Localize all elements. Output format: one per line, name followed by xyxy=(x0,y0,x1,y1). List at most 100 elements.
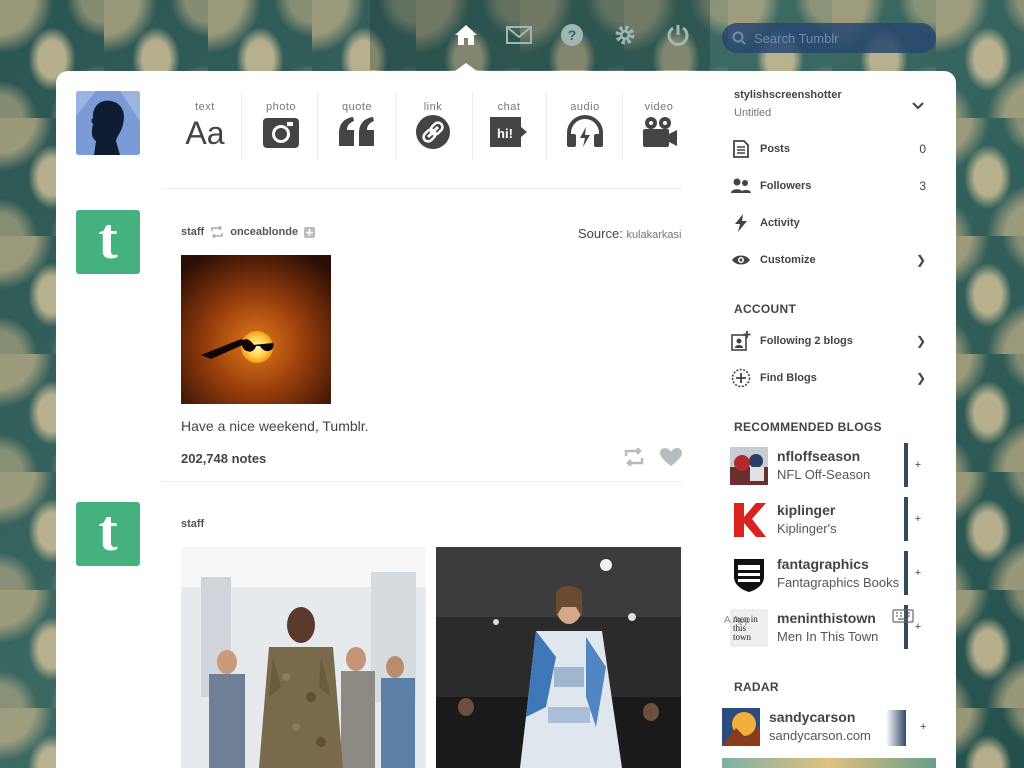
svg-text:hi!: hi! xyxy=(497,126,513,141)
recommended-blog[interactable]: nfloffseason NFL Off-Season xyxy=(730,443,908,489)
help-icon[interactable]: ? xyxy=(559,22,585,48)
post-type-photo[interactable]: photo xyxy=(246,101,316,149)
radar-section-title: RADAR xyxy=(734,680,779,694)
followers-count: 3 xyxy=(919,179,926,193)
blog-name: nfloffseason xyxy=(777,448,861,464)
post-photo-sunset[interactable] xyxy=(181,255,331,404)
top-nav-bar xyxy=(370,0,710,70)
blog-thumbnail xyxy=(730,447,768,485)
post-type-text[interactable]: text Aa xyxy=(170,101,240,149)
post-type-label: audio xyxy=(570,101,600,113)
radar-blog[interactable]: sandycarson sandycarson.com xyxy=(722,704,912,750)
sidebar-item-customize[interactable]: Customize ❯ xyxy=(730,248,926,272)
post-type-quote[interactable]: quote xyxy=(322,101,392,149)
like-heart-icon[interactable] xyxy=(660,448,682,467)
settings-icon[interactable] xyxy=(612,22,638,48)
headphones-icon xyxy=(567,115,603,147)
svg-text:Aa: Aa xyxy=(185,115,224,149)
blog-title: Untitled xyxy=(734,107,772,119)
account-section-title: ACCOUNT xyxy=(734,302,797,316)
sidebar-item-label: Activity xyxy=(760,217,800,229)
dashboard-panel: text Aa photo quote link chat hi! audio xyxy=(56,71,956,768)
blog-title: NFL Off-Season xyxy=(777,467,871,482)
reblogged-from[interactable]: onceablonde xyxy=(230,226,298,238)
camera-icon xyxy=(263,118,299,148)
sidebar-item-followers[interactable]: Followers 3 xyxy=(730,174,926,198)
document-icon xyxy=(730,138,752,160)
post-type-audio[interactable]: audio xyxy=(550,101,620,149)
post-type-label: text xyxy=(195,101,215,113)
overlay-text: A App xyxy=(724,615,751,626)
follow-blog-button[interactable]: + xyxy=(904,551,928,595)
active-nav-caret xyxy=(455,63,477,71)
post-photo-runway-1[interactable] xyxy=(181,547,426,768)
sidebar-item-following[interactable]: Following 2 blogs ❯ xyxy=(730,329,926,353)
search-icon xyxy=(732,31,746,45)
mail-icon[interactable] xyxy=(506,22,532,48)
post-notes-count[interactable]: 202,748 notes xyxy=(181,451,266,466)
blog-title: Kiplinger's xyxy=(777,521,837,536)
sidebar-item-find-blogs[interactable]: Find Blogs ❯ xyxy=(730,366,926,390)
svg-text:?: ? xyxy=(568,27,577,43)
blog-thumbnail xyxy=(730,555,768,593)
source-link[interactable]: kulakarkasi xyxy=(626,229,681,241)
sidebar-item-activity[interactable]: Activity xyxy=(730,211,926,235)
source-label: Source: xyxy=(578,226,623,241)
follow-blog-button[interactable]: + xyxy=(904,443,928,487)
recommended-blog[interactable]: fantagraphics Fantagraphics Books xyxy=(730,551,908,597)
reblog-small-icon xyxy=(211,226,223,238)
post-source: Source: kulakarkasi xyxy=(578,226,681,241)
post-type-chat[interactable]: chat hi! xyxy=(474,101,544,149)
search-bar[interactable] xyxy=(722,23,936,53)
recommended-blog[interactable]: kiplinger Kiplinger's xyxy=(730,497,908,543)
compass-icon xyxy=(730,367,752,389)
post-photo-runway-2[interactable] xyxy=(436,547,681,768)
post-author[interactable]: staff xyxy=(181,518,204,530)
sidebar-item-posts[interactable]: Posts 0 xyxy=(730,137,926,161)
post-type-video[interactable]: video xyxy=(624,101,694,149)
composer-divider xyxy=(472,91,473,161)
follow-plus-icon[interactable] xyxy=(304,226,316,238)
quote-icon xyxy=(339,117,374,146)
post-type-label: link xyxy=(423,101,443,113)
post-type-label: photo xyxy=(265,101,297,113)
post-type-label: quote xyxy=(341,101,373,113)
radar-post-preview[interactable] xyxy=(722,758,936,768)
sidebar-item-label: Find Blogs xyxy=(760,372,817,384)
lightning-icon xyxy=(730,212,752,234)
link-icon xyxy=(416,115,450,149)
recommended-blog[interactable]: men in this town meninthistown Men In Th… xyxy=(730,605,908,651)
eye-icon xyxy=(730,249,752,271)
post-header: staff onceablonde xyxy=(181,226,316,238)
chevron-right-icon: ❯ xyxy=(915,371,926,385)
staff-avatar[interactable]: t xyxy=(76,210,140,274)
chevron-down-icon[interactable] xyxy=(912,102,924,110)
staff-avatar[interactable]: t xyxy=(76,502,140,566)
sidebar-item-label: Posts xyxy=(760,143,790,155)
user-avatar[interactable] xyxy=(76,91,140,155)
blog-title: Fantagraphics Books xyxy=(777,575,900,590)
blog-name: sandycarson xyxy=(769,709,856,725)
chevron-right-icon: ❯ xyxy=(915,334,926,348)
blog-name: kiplinger xyxy=(777,502,836,518)
sidebar-item-label: Following 2 blogs xyxy=(760,335,853,347)
post-divider xyxy=(162,481,682,482)
follow-blog-button[interactable]: + xyxy=(904,497,928,541)
posts-count: 0 xyxy=(919,142,926,156)
text-aa-icon: Aa xyxy=(185,115,224,149)
blog-url: sandycarson.com xyxy=(769,728,871,743)
blog-name: meninthistown xyxy=(777,610,876,626)
search-input[interactable] xyxy=(754,30,934,46)
composer-divider xyxy=(622,91,623,161)
post-header: staff xyxy=(181,518,204,530)
blog-name[interactable]: stylishscreenshotter xyxy=(734,89,842,101)
follow-radar-button[interactable]: + xyxy=(920,721,926,733)
post-type-link[interactable]: link xyxy=(398,101,468,149)
people-icon xyxy=(730,175,752,197)
reblog-icon[interactable] xyxy=(623,448,645,466)
home-icon[interactable] xyxy=(453,22,479,48)
power-icon[interactable] xyxy=(665,22,691,48)
video-camera-icon xyxy=(643,117,677,147)
post-type-label: video xyxy=(644,101,674,113)
post-author[interactable]: staff xyxy=(181,226,204,238)
